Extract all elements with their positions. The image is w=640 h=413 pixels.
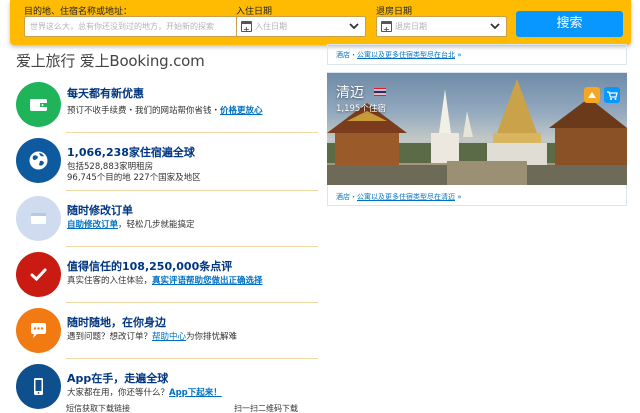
checkmark-icon [30, 268, 47, 282]
chat-bubble-icon [31, 323, 46, 338]
feature-icon-circle [16, 138, 61, 183]
feature-text-plain: 为你排忧解难 [186, 332, 238, 342]
feature-properties: 1,066,238家住宿遍全球 包括528,883家明租房 96,745个目的地… [16, 138, 318, 188]
checkout-date-input[interactable]: 退房日期 [376, 16, 507, 37]
feature-support: 随时随地，在你身边 遇到问题？想改订单？帮助中心为你排忧解难 [16, 308, 318, 353]
property-count: 1,195个住宿 [336, 104, 386, 114]
feature-title: 1,066,238家住宿遍全球 [67, 146, 195, 159]
divider [66, 358, 318, 359]
divider [66, 132, 318, 133]
feature-modify: 随时修改订单 自助修改订单，轻松几步就能搞定 [16, 196, 318, 241]
checkin-date-input[interactable]: 入住日期 [236, 16, 366, 37]
cart-icon[interactable] [604, 87, 620, 103]
feature-text-plain: 遇到问题？想改订单？ [67, 332, 153, 342]
feature-title: 随时随地，在你身边 [67, 316, 166, 329]
globe-icon [29, 151, 48, 170]
thailand-flag-icon [374, 88, 386, 96]
self-service-modify-link[interactable]: 自助修改订单 [67, 220, 118, 230]
help-center-link[interactable]: 帮助中心 [152, 332, 186, 342]
link-arrow: » [457, 51, 462, 59]
link-prefix: 酒店・ [336, 51, 357, 59]
feature-reviews: 值得信任的108,250,000条点评 真实住客的入住体验，真实评语帮助您做出正… [16, 252, 318, 297]
link-text: 公寓以及更多住宿类型尽在清迈 [357, 193, 455, 201]
chiangmai-hotels-link[interactable]: 酒店・公寓以及更多住宿类型尽在清迈 » [336, 192, 462, 202]
booking-card-icon [31, 213, 46, 224]
feature-text: 预订不收手续费・我们的网站帮你省钱・价格更放心 [67, 104, 263, 116]
feature-icon-circle [16, 196, 61, 241]
wallet-icon [30, 99, 47, 111]
brand-slogan: 爱上旅行 爱上Booking.com [16, 52, 205, 70]
city-name: 清迈 [336, 85, 364, 101]
real-reviews-link[interactable]: 真实评语帮助您做出正确选择 [152, 276, 263, 286]
divider [66, 246, 318, 247]
feature-title: 值得信任的108,250,000条点评 [67, 260, 233, 273]
feature-text: 大家都在用，你还等什么？App下起来！ [67, 386, 222, 398]
deals-badge-icon[interactable] [584, 87, 600, 103]
feature-title: 每天都有新优惠 [67, 87, 144, 100]
feature-text-plain: 预订不收手续费・我们的网站帮你省钱・ [67, 106, 221, 116]
feature-deals: 每天都有新优惠 预订不收手续费・我们的网站帮你省钱・价格更放心 [16, 82, 318, 127]
feature-icon-circle [16, 252, 61, 297]
divider [66, 302, 318, 303]
app-download-link[interactable]: App下起来！ [169, 388, 222, 398]
feature-text-plain: ，轻松几步就能搞定 [118, 220, 195, 230]
calendar-icon [241, 20, 252, 36]
feature-title: 随时修改订单 [67, 204, 133, 217]
checkin-placeholder: 入住日期 [255, 22, 287, 31]
feature-text-plain: 真实住客的入住体验， [67, 276, 153, 286]
link-prefix: 酒店・ [336, 193, 357, 201]
link-text: 公寓以及更多住宿类型尽在台北 [357, 51, 455, 59]
qr-download-link[interactable]: 扫一扫二维码下载 [234, 403, 298, 413]
chevron-down-icon [349, 23, 359, 30]
feature-text: 真实住客的入住体验，真实评语帮助您做出正确选择 [67, 274, 263, 286]
chevron-down-icon [490, 23, 500, 30]
link-arrow: » [457, 193, 462, 201]
feature-icon-circle [16, 82, 61, 127]
feature-text: 自助修改订单，轻松几步就能搞定 [67, 218, 195, 230]
divider [66, 190, 318, 191]
sms-download-link[interactable]: 短信获取下载链接 [66, 403, 130, 413]
smartphone-icon [34, 378, 43, 395]
feature-text: 遇到问题？想改订单？帮助中心为你排忧解难 [67, 330, 237, 342]
search-button[interactable]: 搜索 [516, 11, 623, 37]
feature-title: App在手，走遍全球 [67, 372, 169, 385]
taipei-hotels-link[interactable]: 酒店・公寓以及更多住宿类型尽在台北 » [336, 50, 462, 60]
feature-text: 96,745个目的地 227个国家及地区 [67, 173, 201, 183]
feature-icon-circle [16, 308, 61, 353]
temple-illustration [327, 79, 627, 185]
search-bar: 目的地、住宿名称或地址： 世界这么大，总有你还没到过的地方，开始新的探索 入住日… [10, 0, 631, 45]
calendar-icon [381, 20, 392, 36]
feature-icon-circle [16, 364, 61, 409]
destination-placeholder: 世界这么大，总有你还没到过的地方，开始新的探索 [30, 22, 214, 31]
destination-input[interactable]: 世界这么大，总有你还没到过的地方，开始新的探索 [24, 16, 238, 37]
chiangmai-photo[interactable] [327, 73, 627, 185]
checkout-placeholder: 退房日期 [395, 22, 427, 31]
price-guarantee-link[interactable]: 价格更放心 [220, 106, 263, 116]
feature-text-plain: 大家都在用，你还等什么？ [67, 388, 170, 398]
